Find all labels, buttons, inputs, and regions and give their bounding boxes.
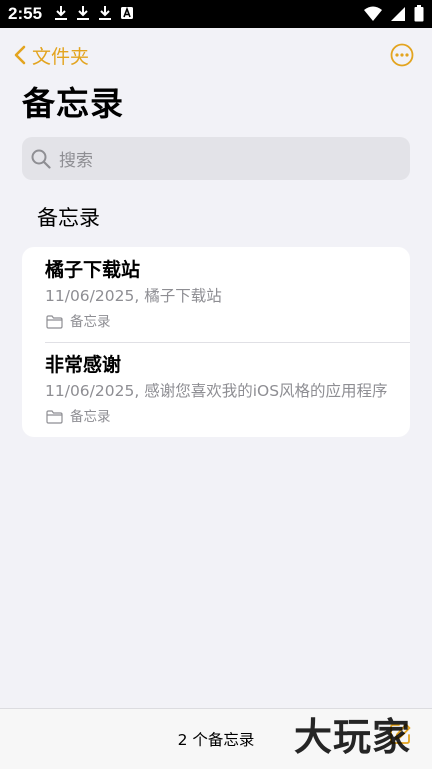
search-icon (31, 149, 51, 169)
more-options-icon[interactable] (390, 43, 414, 67)
system-icons (364, 5, 424, 22)
back-button[interactable]: 文件夹 (14, 40, 89, 70)
download-icon (77, 6, 89, 20)
folder-icon (46, 315, 63, 329)
note-item[interactable]: 非常感谢 11/06/2025, 感谢您喜欢我的iOS风格的应用程序 备忘录 (22, 342, 410, 437)
notification-icons (54, 5, 134, 21)
status-time: 2:55 (8, 4, 43, 23)
folder-icon (46, 410, 63, 424)
search-placeholder: 搜索 (59, 151, 93, 171)
signal-icon (391, 6, 405, 21)
note-preview: 11/06/2025, 橘子下载站 (45, 287, 222, 305)
note-count: 2 个备忘录 (177, 731, 255, 749)
battery-icon (414, 5, 424, 22)
note-folder-label: 备忘录 (70, 409, 111, 425)
chevron-left-icon (14, 45, 26, 65)
note-folder-label: 备忘录 (70, 314, 111, 330)
section-title: 备忘录 (37, 206, 100, 230)
status-bar: 2:55 (0, 0, 432, 28)
note-item[interactable]: 橘子下载站 11/06/2025, 橘子下载站 备忘录 (22, 247, 410, 342)
wifi-icon (364, 6, 382, 21)
download-icon (55, 6, 67, 20)
note-preview: 11/06/2025, 感谢您喜欢我的iOS风格的应用程序 (45, 382, 388, 400)
back-label: 文件夹 (32, 45, 90, 68)
compose-icon[interactable] (388, 722, 412, 746)
note-folder: 备忘录 (46, 313, 111, 331)
download-icon (99, 6, 111, 20)
note-title: 橘子下载站 (45, 259, 141, 281)
search-input[interactable]: 搜索 (22, 137, 410, 180)
note-title: 非常感谢 (45, 354, 122, 376)
note-folder: 备忘录 (46, 408, 111, 426)
font-a-icon (121, 6, 133, 19)
notes-list: 橘子下载站 11/06/2025, 橘子下载站 备忘录 非常感谢 11/06/2… (22, 247, 410, 437)
page-title: 备忘录 (22, 84, 124, 123)
bottom-toolbar: 2 个备忘录 (0, 708, 432, 769)
